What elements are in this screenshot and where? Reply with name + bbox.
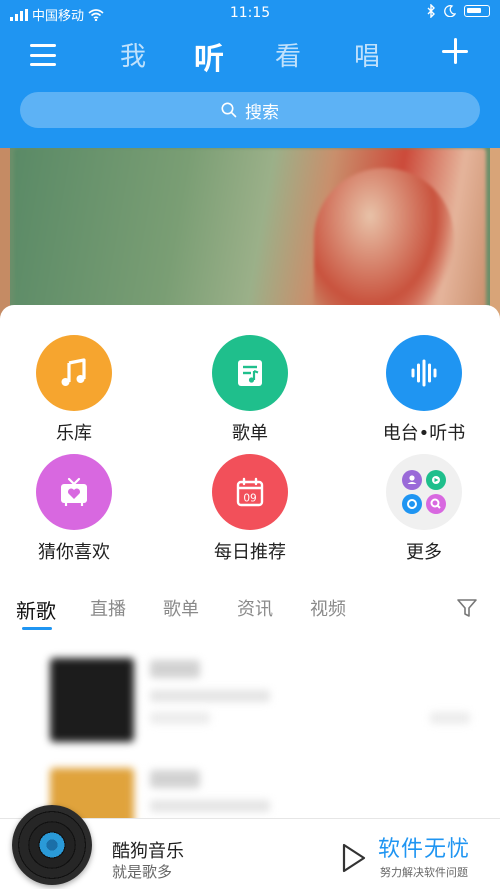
sound-wave-icon: [411, 359, 437, 387]
status-bar: 中国移动 11:15: [0, 0, 500, 26]
playlist-label: 歌单: [232, 423, 268, 444]
status-time: 11:15: [229, 5, 271, 21]
grid-item-music-library[interactable]: 乐库: [14, 335, 134, 445]
song-cover: [50, 658, 134, 742]
mini-player[interactable]: 酷狗音乐 就是歌多 软件无忧 努力解决软件问题: [0, 805, 500, 889]
music-note-icon: [61, 358, 86, 386]
filter-icon[interactable]: [456, 597, 478, 619]
search-icon: [221, 102, 237, 118]
player-title: 酷狗音乐: [112, 841, 184, 862]
menu-icon[interactable]: [30, 44, 56, 66]
search-bar[interactable]: 搜索: [20, 92, 480, 128]
calendar-day: 09: [243, 493, 256, 505]
grid-item-radio-audiobook[interactable]: 电台•听书: [364, 335, 484, 445]
song-artist-placeholder: [150, 712, 210, 724]
song-extra-placeholder: [430, 712, 470, 724]
header: 中国移动 11:15 我 听 看 唱 搜索: [0, 0, 500, 150]
tab-videos[interactable]: 视频: [310, 595, 346, 621]
battery-icon: [464, 5, 490, 17]
status-icons: [427, 4, 490, 18]
search-label: 搜索: [245, 102, 279, 123]
song-title-placeholder: [150, 770, 200, 788]
tab-live[interactable]: 直播: [90, 595, 126, 621]
top-nav: 我 听 看 唱: [0, 34, 500, 78]
more-label: 更多: [406, 542, 442, 563]
tab-sing[interactable]: 唱: [354, 36, 380, 73]
plus-icon[interactable]: [442, 38, 468, 64]
content-tabs: 新歌 直播 歌单 资讯 视频: [0, 595, 500, 635]
tab-listen[interactable]: 听: [194, 34, 224, 78]
list-item[interactable]: [10, 650, 490, 750]
banner-carousel[interactable]: [0, 148, 500, 323]
guess-you-like-label: 猜你喜欢: [38, 542, 110, 563]
bluetooth-icon: [427, 4, 435, 18]
radio-audiobook-circle: [386, 335, 462, 411]
watermark-subtitle: 努力解决软件问题: [380, 866, 468, 879]
moon-icon: [444, 5, 456, 17]
banner-image[interactable]: [14, 148, 486, 323]
song-meta-placeholder: [150, 690, 270, 702]
watermark-title: 软件无忧: [378, 837, 471, 862]
play-icon[interactable]: [341, 843, 367, 873]
watermark: 软件无忧 努力解决软件问题: [378, 831, 470, 880]
song-title-placeholder: [150, 660, 200, 678]
grid-item-playlist[interactable]: 歌单: [190, 335, 310, 445]
song-meta-placeholder: [150, 800, 270, 812]
daily-recommend-label: 每日推荐: [214, 542, 286, 563]
tab-watch[interactable]: 看: [275, 36, 301, 73]
daily-recommend-circle: 09: [212, 454, 288, 530]
player-subtitle: 就是歌多: [112, 863, 173, 881]
music-library-label: 乐库: [56, 423, 92, 444]
tab-news[interactable]: 资讯: [237, 595, 273, 621]
grid-item-guess-you-like[interactable]: 猜你喜欢: [14, 454, 134, 564]
grid-item-more[interactable]: 更多: [364, 454, 484, 564]
guess-you-like-circle: [36, 454, 112, 530]
playlist-circle: [212, 335, 288, 411]
more-apps-icon: [402, 470, 446, 514]
grid-item-daily-recommend[interactable]: 09 每日推荐: [190, 454, 310, 564]
more-circle: [386, 454, 462, 530]
banner-prev-peek: [0, 148, 10, 323]
music-library-circle: [36, 335, 112, 411]
main-panel: 乐库 歌单 电台•听书 猜你喜欢 09 每日推荐 更多 新歌 直播 歌单 资讯 …: [0, 305, 500, 889]
tab-playlists[interactable]: 歌单: [163, 595, 199, 621]
tab-me[interactable]: 我: [120, 36, 146, 73]
radio-heart-icon: [61, 477, 87, 506]
radio-audiobook-label: 电台•听书: [382, 423, 466, 444]
playlist-icon: [238, 360, 262, 386]
tab-new-songs[interactable]: 新歌: [16, 595, 56, 624]
active-tab-underline: [22, 627, 52, 630]
banner-next-peek: [490, 148, 500, 323]
album-disc[interactable]: [12, 805, 92, 885]
calendar-icon: 09: [236, 477, 264, 507]
